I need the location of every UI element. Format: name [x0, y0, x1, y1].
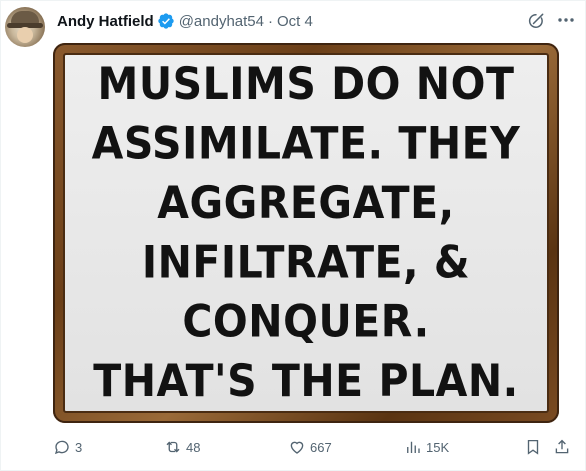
share-button[interactable] — [553, 435, 571, 459]
author-name[interactable]: Andy Hatfield — [57, 13, 154, 30]
sign-board: MUSLIMS DO NOT ASSIMILATE. THEY AGGREGAT… — [63, 53, 549, 413]
bookmark-icon — [527, 439, 539, 455]
bookmark-button[interactable] — [524, 435, 542, 459]
tweet-header: Andy Hatfield @andyhat54 · Oct 4 — [57, 11, 313, 31]
sign-line: INFILTRATE, & — [141, 236, 471, 289]
repost-button[interactable]: 48 — [164, 435, 200, 459]
action-bar: 3 48 667 15K — [53, 435, 573, 459]
sign-line: MUSLIMS DO NOT — [97, 58, 515, 110]
repost-count: 48 — [186, 439, 201, 455]
grok-icon[interactable] — [526, 11, 546, 31]
sign-line: ASSIMILATE. THEY — [91, 117, 521, 170]
like-count: 667 — [310, 439, 332, 455]
verified-badge-icon — [158, 13, 174, 29]
tweet-image[interactable]: MUSLIMS DO NOT ASSIMILATE. THEY AGGREGAT… — [53, 43, 559, 423]
heart-icon — [290, 441, 304, 454]
sign-line: AGGREGATE, — [157, 176, 455, 229]
like-button[interactable]: 667 — [288, 435, 332, 459]
more-icon[interactable] — [557, 17, 575, 23]
author-handle[interactable]: @andyhat54 — [179, 13, 264, 30]
reply-button[interactable]: 3 — [53, 435, 82, 459]
repost-icon — [166, 441, 180, 453]
avatar[interactable] — [5, 7, 45, 47]
views-button[interactable]: 15K — [404, 435, 449, 459]
reply-icon — [54, 440, 69, 455]
header-separator: · — [267, 12, 273, 30]
avatar-face — [17, 27, 33, 43]
views-count: 15K — [426, 439, 450, 455]
tweet[interactable]: Andy Hatfield @andyhat54 · Oct 4 MUSLIMS… — [0, 0, 586, 471]
share-icon — [555, 439, 569, 454]
sign-line: THAT'S THE PLAN. — [93, 355, 519, 407]
reply-count: 3 — [75, 439, 83, 455]
sign-text: MUSLIMS DO NOT ASSIMILATE. THEY AGGREGAT… — [92, 55, 521, 411]
tweet-date[interactable]: Oct 4 — [277, 13, 313, 30]
sign-line: CONQUER. — [182, 295, 430, 348]
views-icon — [407, 441, 420, 453]
